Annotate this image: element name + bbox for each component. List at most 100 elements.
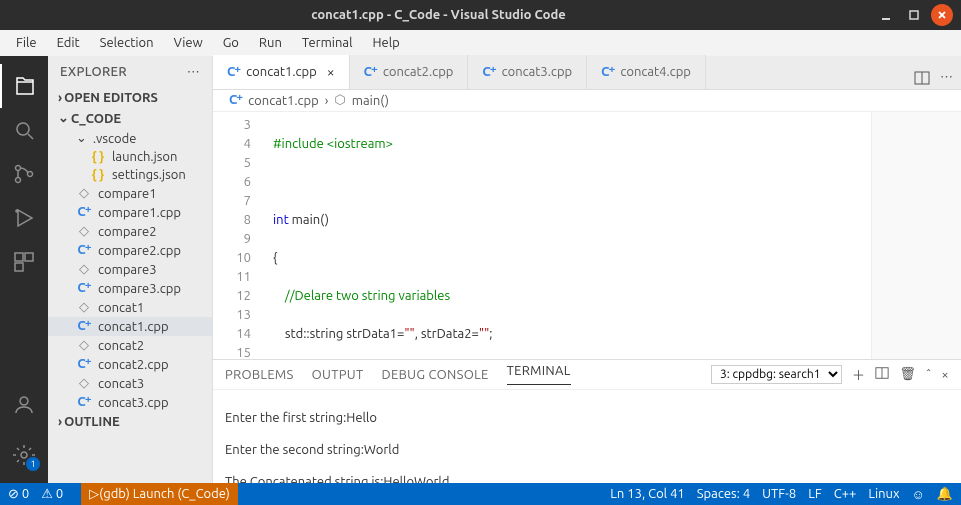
chevron-right-icon: › xyxy=(325,94,329,108)
file-compare1-cpp[interactable]: C⁺compare1.cpp xyxy=(48,203,212,222)
minimize-button[interactable] xyxy=(875,4,897,26)
activity-debug[interactable] xyxy=(0,196,48,240)
file-concat3[interactable]: ◇concat3 xyxy=(48,374,212,393)
menubar: File Edit Selection View Go Run Terminal… xyxy=(0,30,961,56)
status-encoding[interactable]: UTF-8 xyxy=(762,487,796,502)
chevron-right-icon: › xyxy=(58,415,62,429)
panel-tab-terminal[interactable]: TERMINAL xyxy=(507,364,571,385)
bell-icon[interactable]: 🔔 xyxy=(937,487,953,502)
cpp-icon: C⁺ xyxy=(76,243,92,258)
file-concat1-cpp[interactable]: C⁺concat1.cpp xyxy=(48,317,212,336)
menu-edit[interactable]: Edit xyxy=(47,34,90,52)
folder-vscode[interactable]: ⌄.vscode xyxy=(48,129,212,148)
titlebar: concat1.cpp - C_Code - Visual Studio Cod… xyxy=(0,0,961,30)
cpp-icon: C⁺ xyxy=(601,65,614,80)
menu-view[interactable]: View xyxy=(164,34,213,52)
status-cursor-pos[interactable]: Ln 13, Col 41 xyxy=(610,487,684,502)
json-icon: { } xyxy=(90,168,106,182)
file-compare2[interactable]: ◇compare2 xyxy=(48,222,212,241)
file-concat2[interactable]: ◇concat2 xyxy=(48,336,212,355)
window-title: concat1.cpp - C_Code - Visual Studio Cod… xyxy=(8,8,869,22)
binary-icon: ◇ xyxy=(76,376,92,391)
json-icon: { } xyxy=(90,150,106,164)
tab-concat1[interactable]: C⁺concat1.cpp× xyxy=(213,55,350,89)
file-compare3-cpp[interactable]: C⁺compare3.cpp xyxy=(48,279,212,298)
close-icon[interactable]: × xyxy=(941,368,949,382)
terminal-selector[interactable]: 3: cppdbg: search1 xyxy=(711,365,842,384)
status-debug-config[interactable]: ▷ (gdb) Launch (C_Code) xyxy=(81,483,238,505)
explorer-header: EXPLORER ⋯ xyxy=(48,56,212,88)
file-settings-json[interactable]: { }settings.json xyxy=(48,166,212,184)
binary-icon: ◇ xyxy=(76,186,92,201)
open-editors-section[interactable]: ›OPEN EDITORS xyxy=(48,88,212,108)
tab-concat3[interactable]: C⁺concat3.cpp xyxy=(468,55,587,89)
close-icon[interactable]: × xyxy=(323,64,335,80)
outline-section[interactable]: ›OUTLINE xyxy=(48,412,212,432)
status-indent[interactable]: Spaces: 4 xyxy=(697,487,750,502)
editor-body[interactable]: 3456789101112131415 #include <iostream> … xyxy=(213,112,961,359)
chevron-up-icon[interactable]: ˆ xyxy=(926,368,931,382)
code-content[interactable]: #include <iostream> int main() { //Delar… xyxy=(265,112,871,359)
file-concat1[interactable]: ◇concat1 xyxy=(48,298,212,317)
cpp-icon: C⁺ xyxy=(76,205,92,220)
symbol-icon: ⬡ xyxy=(334,93,345,108)
bottom-panel: PROBLEMS OUTPUT DEBUG CONSOLE TERMINAL 3… xyxy=(213,359,961,483)
breadcrumbs[interactable]: C⁺ concat1.cpp › ⬡ main() xyxy=(213,90,961,112)
cpp-icon: C⁺ xyxy=(364,65,377,80)
activity-search[interactable] xyxy=(0,108,48,152)
close-button[interactable] xyxy=(931,4,953,26)
file-concat3-cpp[interactable]: C⁺concat3.cpp xyxy=(48,393,212,412)
file-compare1[interactable]: ◇compare1 xyxy=(48,184,212,203)
more-actions-icon[interactable]: ⋯ xyxy=(940,70,953,89)
status-language[interactable]: C++ xyxy=(834,487,857,502)
tab-concat2[interactable]: C⁺concat2.cpp xyxy=(350,55,469,89)
activity-settings[interactable]: 1 xyxy=(0,433,48,477)
binary-icon: ◇ xyxy=(76,338,92,353)
cpp-icon: C⁺ xyxy=(482,65,495,80)
status-errors[interactable]: ⊘ 0 xyxy=(8,487,29,502)
tab-concat4[interactable]: C⁺concat4.cpp xyxy=(587,55,706,89)
new-terminal-icon[interactable]: ＋ xyxy=(852,365,865,384)
panel-tab-output[interactable]: OUTPUT xyxy=(312,368,364,382)
terminal-output[interactable]: Enter the first string:Hello Enter the s… xyxy=(213,390,961,483)
explorer-more-icon[interactable]: ⋯ xyxy=(187,65,200,80)
feedback-icon[interactable]: ☺ xyxy=(912,487,925,502)
activity-scm[interactable] xyxy=(0,152,48,196)
chevron-right-icon: › xyxy=(58,91,62,105)
menu-selection[interactable]: Selection xyxy=(90,34,164,52)
panel-tab-problems[interactable]: PROBLEMS xyxy=(225,368,294,382)
maximize-button[interactable] xyxy=(903,4,925,26)
cpp-icon: C⁺ xyxy=(76,319,92,334)
activity-bar: 1 xyxy=(0,56,48,483)
explorer-sidebar: EXPLORER ⋯ ›OPEN EDITORS ⌄C_CODE ⌄.vscod… xyxy=(48,56,213,483)
status-warnings[interactable]: ⚠ 0 xyxy=(41,487,63,502)
editor-tabs: C⁺concat1.cpp× C⁺concat2.cpp C⁺concat3.c… xyxy=(213,56,961,90)
panel-tab-debug[interactable]: DEBUG CONSOLE xyxy=(382,368,489,382)
panel-tabs: PROBLEMS OUTPUT DEBUG CONSOLE TERMINAL 3… xyxy=(213,360,961,390)
status-eol[interactable]: LF xyxy=(808,487,821,502)
chevron-down-icon: ⌄ xyxy=(76,131,87,146)
split-editor-icon[interactable] xyxy=(914,70,930,89)
file-compare2-cpp[interactable]: C⁺compare2.cpp xyxy=(48,241,212,260)
file-compare3[interactable]: ◇compare3 xyxy=(48,260,212,279)
cpp-icon: C⁺ xyxy=(76,395,92,410)
file-concat2-cpp[interactable]: C⁺concat2.cpp xyxy=(48,355,212,374)
split-terminal-icon[interactable] xyxy=(875,366,889,383)
folder-section[interactable]: ⌄C_CODE xyxy=(48,108,212,129)
menu-go[interactable]: Go xyxy=(213,34,249,52)
activity-extensions[interactable] xyxy=(0,240,48,284)
menu-file[interactable]: File xyxy=(6,34,47,52)
menu-run[interactable]: Run xyxy=(249,34,292,52)
menu-help[interactable]: Help xyxy=(362,34,409,52)
minimap[interactable] xyxy=(871,112,961,359)
binary-icon: ◇ xyxy=(76,300,92,315)
cpp-icon: C⁺ xyxy=(76,281,92,296)
menu-terminal[interactable]: Terminal xyxy=(292,34,363,52)
file-launch-json[interactable]: { }launch.json xyxy=(48,148,212,166)
trash-icon[interactable]: 🗑 xyxy=(899,367,916,382)
activity-account[interactable] xyxy=(0,383,48,427)
settings-badge: 1 xyxy=(26,457,40,471)
status-os[interactable]: Linux xyxy=(868,487,899,502)
activity-explorer[interactable] xyxy=(0,64,48,108)
binary-icon: ◇ xyxy=(76,224,92,239)
